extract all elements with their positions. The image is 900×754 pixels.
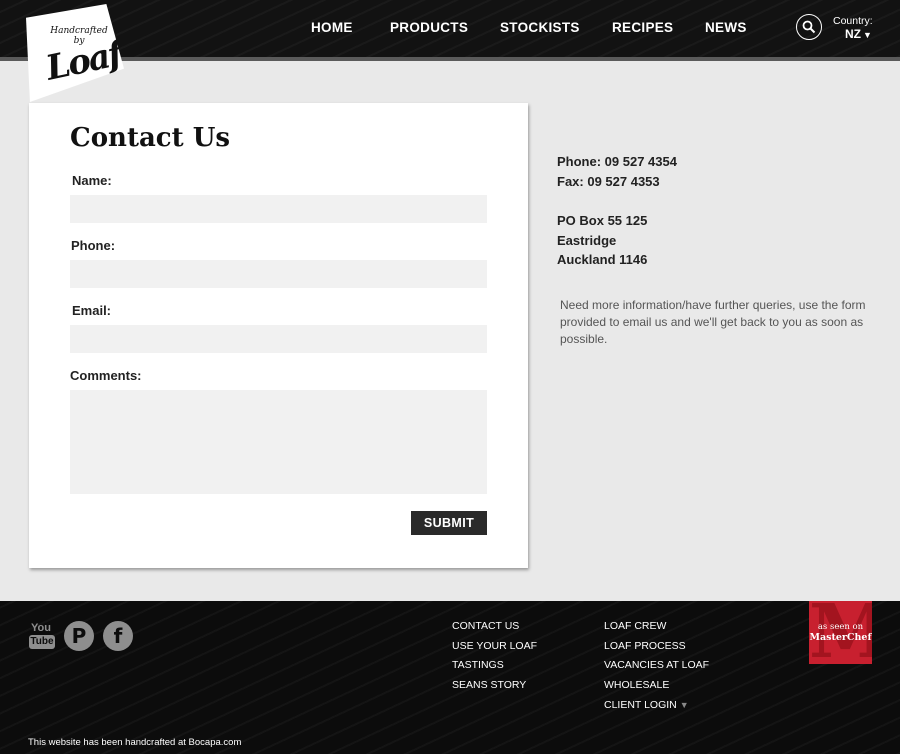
- phone-number: Phone: 09 527 4354: [557, 154, 677, 169]
- country-value: NZ: [845, 27, 861, 41]
- country-select[interactable]: NZ ▼: [845, 27, 872, 41]
- footer-credit[interactable]: This website has been handcrafted at Boc…: [28, 737, 241, 748]
- facebook-glyph: f: [113, 624, 123, 648]
- youtube-tube-text: Tube: [29, 635, 55, 649]
- site-footer: You Tube P f CONTACT US USE YOUR LOAF TA…: [0, 601, 900, 754]
- address-line: Eastridge: [557, 233, 617, 248]
- phone-label: Phone:: [71, 238, 116, 253]
- nav-stockists[interactable]: STOCKISTS: [500, 20, 580, 35]
- footer-link-wholesale[interactable]: WHOLESALE: [604, 679, 669, 691]
- nav-home[interactable]: HOME: [311, 20, 353, 35]
- badge-line2: MasterChef: [809, 632, 872, 643]
- comments-label: Comments:: [70, 368, 142, 383]
- search-button[interactable]: [796, 14, 822, 40]
- nav-news[interactable]: NEWS: [705, 20, 747, 35]
- facebook-icon[interactable]: f: [103, 621, 133, 651]
- footer-link-use-your-loaf[interactable]: USE YOUR LOAF: [452, 640, 537, 652]
- name-label: Name:: [72, 173, 112, 188]
- email-field[interactable]: [70, 325, 487, 353]
- page-title: Contact Us: [70, 123, 230, 153]
- footer-link-loaf-crew[interactable]: LOAF CREW: [604, 620, 666, 632]
- phone-field[interactable]: [70, 260, 487, 288]
- footer-link-loaf-process[interactable]: LOAF PROCESS: [604, 640, 686, 652]
- loaf-logo[interactable]: Handcrafted by Loaf: [26, 4, 124, 102]
- contact-note: Need more information/have further queri…: [560, 298, 866, 346]
- footer-link-client-login[interactable]: CLIENT LOGIN ▼: [604, 699, 689, 711]
- address-line: Auckland 1146: [557, 252, 648, 267]
- nav-products[interactable]: PRODUCTS: [390, 20, 468, 35]
- badge-line1: as seen on: [817, 622, 864, 632]
- youtube-icon[interactable]: You Tube: [28, 621, 58, 651]
- pinterest-icon[interactable]: P: [64, 621, 94, 651]
- address-line: PO Box 55 125: [557, 213, 648, 228]
- country-label: Country:: [833, 15, 873, 27]
- youtube-you-text: You: [31, 622, 51, 634]
- name-field[interactable]: [70, 195, 487, 223]
- fax-number: Fax: 09 527 4353: [557, 174, 660, 189]
- footer-link-seans-story[interactable]: SEANS STORY: [452, 679, 526, 691]
- caret-down-icon: ▼: [679, 700, 689, 710]
- client-login-label: CLIENT LOGIN: [604, 699, 677, 711]
- header-divider: [0, 57, 900, 61]
- footer-link-contact-us[interactable]: CONTACT US: [452, 620, 519, 632]
- caret-down-icon: ▼: [863, 30, 872, 40]
- comments-field[interactable]: [70, 390, 487, 494]
- pinterest-glyph: P: [71, 624, 87, 648]
- email-label: Email:: [72, 303, 112, 318]
- masterchef-badge[interactable]: M as seen on MasterChef: [809, 601, 872, 664]
- footer-link-tastings[interactable]: TASTINGS: [452, 659, 504, 671]
- nav-recipes[interactable]: RECIPES: [612, 20, 673, 35]
- submit-button[interactable]: SUBMIT: [411, 511, 487, 535]
- contact-form-card: Contact Us Name: Phone: Email: Comments:…: [29, 103, 528, 568]
- footer-link-vacancies[interactable]: VACANCIES AT LOAF: [604, 659, 709, 671]
- search-icon: [802, 20, 816, 34]
